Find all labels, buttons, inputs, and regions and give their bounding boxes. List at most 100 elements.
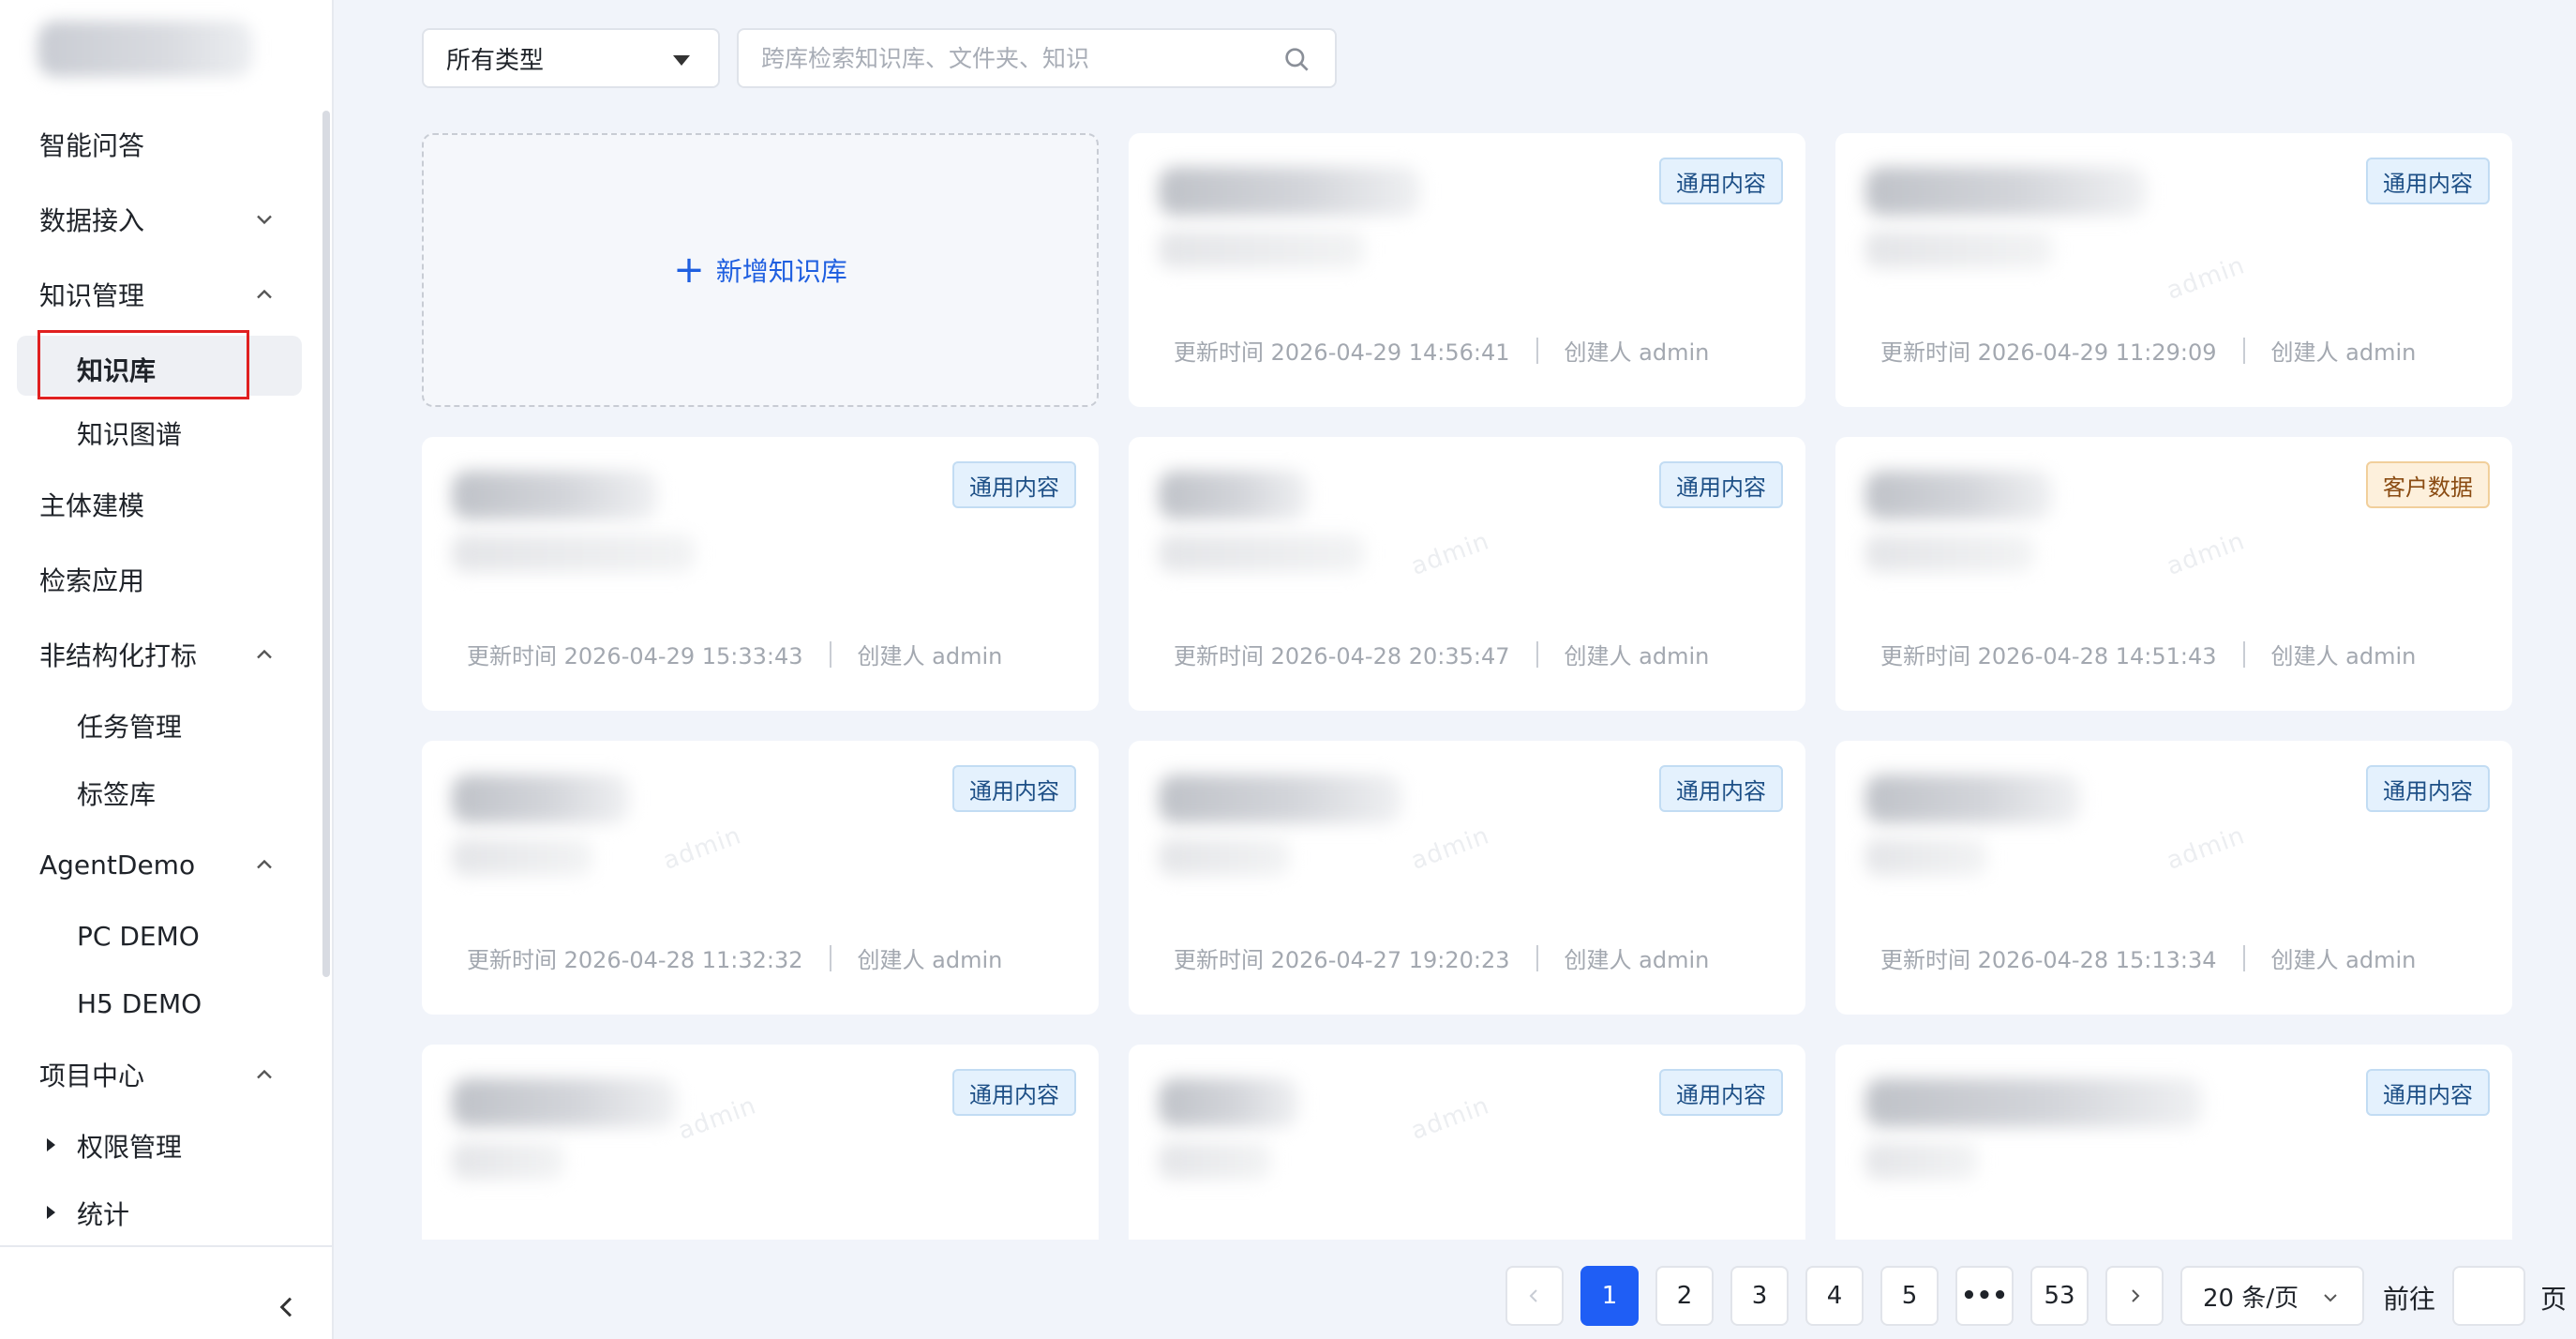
prev-page-button[interactable] bbox=[1505, 1266, 1564, 1326]
knowledge-base-card[interactable]: 通用内容 admin 更新时间 2026-04-28 15:13:34 创建人 … bbox=[1835, 741, 2512, 1015]
page-size-value: 20 条/页 bbox=[2203, 1284, 2299, 1313]
card-creator: 创建人 admin bbox=[1564, 339, 1710, 366]
sidebar-item-unstructured-tagging[interactable]: 非结构化打标 bbox=[0, 621, 334, 688]
search-input[interactable] bbox=[761, 39, 1249, 77]
sidebar-item-knowledge-mgmt[interactable]: 知识管理 bbox=[0, 261, 334, 328]
knowledge-base-card[interactable]: 客户数据 admin 更新时间 2026-04-28 14:51:43 创建人 … bbox=[1835, 437, 2512, 711]
sidebar-item-knowledge-graph[interactable]: 知识图谱 bbox=[0, 399, 334, 467]
knowledge-base-card[interactable]: 通用内容 admin 更新时间 2026-04-27 19:20:23 创建人 … bbox=[1129, 741, 1805, 1015]
watermark-text: admin bbox=[2163, 527, 2249, 581]
card-type-tag: 通用内容 bbox=[2366, 1069, 2490, 1116]
page-unit-label: 页 bbox=[2540, 1284, 2568, 1315]
knowledge-base-card[interactable]: 通用内容 admin 更新时间 2026-04-29 11:29:09 创建人 … bbox=[1835, 133, 2512, 407]
card-title-blurred bbox=[452, 471, 658, 519]
sidebar-item-h5-demo[interactable]: H5 DEMO bbox=[0, 970, 334, 1037]
card-updated-time: 更新时间 2026-04-27 19:20:23 bbox=[1174, 947, 1510, 973]
search-icon[interactable] bbox=[1282, 45, 1312, 75]
watermark-text: admin bbox=[659, 821, 745, 876]
plus-icon: + bbox=[673, 248, 705, 292]
page-button-4[interactable]: 4 bbox=[1805, 1266, 1864, 1326]
caret-right-icon bbox=[47, 1138, 55, 1151]
sidebar-item-label: 检索应用 bbox=[39, 565, 145, 596]
chevron-right-icon bbox=[2132, 1289, 2140, 1302]
sidebar-item-label: 权限管理 bbox=[77, 1132, 183, 1163]
card-creator: 创建人 admin bbox=[2270, 947, 2417, 973]
card-footer: 更新时间 2026-04-28 20:35:47 创建人 admin bbox=[1174, 638, 1709, 670]
sidebar-item-pc-demo[interactable]: PC DEMO bbox=[0, 902, 334, 970]
page-button-1[interactable]: 1 bbox=[1580, 1266, 1639, 1326]
card-desc-blurred bbox=[1865, 534, 2034, 572]
knowledge-base-card[interactable]: 通用内容 更新时间 2026-04-29 15:33:43 创建人 admin bbox=[422, 437, 1099, 711]
knowledge-base-card[interactable]: 通用内容 更新时间 2026-04-29 14:56:41 创建人 admin bbox=[1129, 133, 1805, 407]
sidebar-item-knowledge-base[interactable]: 知识库 bbox=[0, 336, 334, 403]
card-updated-time: 更新时间 2026-04-28 11:32:32 bbox=[467, 947, 803, 973]
sidebar-item-label: 知识图谱 bbox=[77, 419, 183, 450]
page-button-3[interactable]: 3 bbox=[1730, 1266, 1789, 1326]
sidebar-item-label: H5 DEMO bbox=[77, 987, 202, 1019]
card-footer: 更新时间 2026-04-29 14:56:41 创建人 admin bbox=[1174, 334, 1709, 367]
knowledge-base-card[interactable]: 通用内容 admin 更新时间 2026-04-28 11:32:32 创建人 … bbox=[422, 741, 1099, 1015]
chevron-down-icon bbox=[251, 206, 277, 233]
type-filter-value: 所有类型 bbox=[446, 46, 545, 75]
card-title-blurred bbox=[1159, 471, 1309, 519]
sidebar-item-label: 任务管理 bbox=[77, 712, 183, 743]
card-updated-time: 更新时间 2026-04-29 14:56:41 bbox=[1174, 339, 1510, 366]
sidebar-item-statistics[interactable]: 统计 bbox=[0, 1180, 334, 1247]
sidebar-item-label: 知识库 bbox=[77, 355, 157, 386]
card-title-blurred bbox=[452, 775, 630, 823]
knowledge-base-card[interactable]: 通用内容 admin 更新时间 2026-04-28 20:35:47 创建人 … bbox=[1129, 437, 1805, 711]
sidebar-item-task-mgmt[interactable]: 任务管理 bbox=[0, 692, 334, 760]
sidebar-item-tag-library[interactable]: 标签库 bbox=[0, 760, 334, 827]
card-title-blurred bbox=[1159, 167, 1421, 216]
card-updated-time: 更新时间 2026-04-28 20:35:47 bbox=[1174, 643, 1510, 670]
watermark-text: admin bbox=[1407, 1091, 1493, 1146]
card-desc-blurred bbox=[1159, 231, 1365, 268]
card-creator: 创建人 admin bbox=[2270, 643, 2417, 670]
divider bbox=[829, 640, 831, 668]
card-title-blurred bbox=[1865, 167, 2147, 216]
page-ellipsis-button[interactable]: ••• bbox=[1955, 1266, 2014, 1326]
type-filter-select[interactable]: 所有类型 bbox=[422, 28, 720, 88]
sidebar-item-retrieval-app[interactable]: 检索应用 bbox=[0, 546, 334, 613]
page-button-53[interactable]: 53 bbox=[2030, 1266, 2089, 1326]
page-button-2[interactable]: 2 bbox=[1655, 1266, 1714, 1326]
sidebar-item-permission-mgmt[interactable]: 权限管理 bbox=[0, 1112, 334, 1180]
card-desc-blurred bbox=[452, 1142, 564, 1180]
sidebar-item-label: 数据接入 bbox=[39, 205, 145, 236]
add-knowledge-base-card[interactable]: + 新增知识库 bbox=[422, 133, 1099, 407]
sidebar-item-agentdemo[interactable]: AgentDemo bbox=[0, 831, 334, 898]
divider bbox=[2242, 337, 2245, 364]
page-size-select[interactable]: 20 条/页 bbox=[2180, 1266, 2364, 1326]
page-button-5[interactable]: 5 bbox=[1880, 1266, 1939, 1326]
card-desc-blurred bbox=[1865, 1142, 1978, 1180]
knowledge-base-card[interactable]: 通用内容 admin bbox=[422, 1045, 1099, 1240]
card-footer: 更新时间 2026-04-28 15:13:34 创建人 admin bbox=[1880, 941, 2416, 974]
sidebar-item-entity-modeling[interactable]: 主体建模 bbox=[0, 471, 334, 538]
card-title-blurred bbox=[452, 1078, 677, 1127]
card-updated-time: 更新时间 2026-04-29 11:29:09 bbox=[1880, 339, 2217, 366]
card-creator: 创建人 admin bbox=[2270, 339, 2417, 366]
watermark-text: admin bbox=[2163, 251, 2249, 306]
goto-label: 前往 bbox=[2383, 1284, 2436, 1315]
sidebar-item-qa[interactable]: 智能问答 bbox=[0, 111, 334, 178]
divider bbox=[2242, 640, 2245, 668]
divider bbox=[2242, 944, 2245, 971]
goto-page-input[interactable] bbox=[2452, 1266, 2525, 1326]
add-knowledge-base-button[interactable]: + 新增知识库 bbox=[673, 251, 847, 289]
card-type-tag: 通用内容 bbox=[952, 765, 1076, 812]
next-page-button[interactable] bbox=[2105, 1266, 2164, 1326]
sidebar-item-project-center[interactable]: 项目中心 bbox=[0, 1041, 334, 1108]
card-desc-blurred bbox=[452, 534, 696, 572]
sidebar-scrollbar[interactable] bbox=[322, 111, 330, 977]
search-box[interactable] bbox=[737, 28, 1337, 88]
knowledge-base-card[interactable]: 通用内容 admin bbox=[1129, 1045, 1805, 1240]
knowledge-base-card[interactable]: 通用内容 bbox=[1835, 1045, 2512, 1240]
divider bbox=[1535, 640, 1538, 668]
card-type-tag: 通用内容 bbox=[1659, 158, 1783, 204]
card-desc-blurred bbox=[1865, 838, 1987, 876]
card-desc-blurred bbox=[1159, 1142, 1271, 1180]
sidebar-item-data-ingest[interactable]: 数据接入 bbox=[0, 186, 334, 253]
collapse-sidebar-icon[interactable] bbox=[272, 1292, 302, 1322]
card-desc-blurred bbox=[1865, 231, 2053, 268]
chevron-left-icon bbox=[1529, 1289, 1537, 1302]
